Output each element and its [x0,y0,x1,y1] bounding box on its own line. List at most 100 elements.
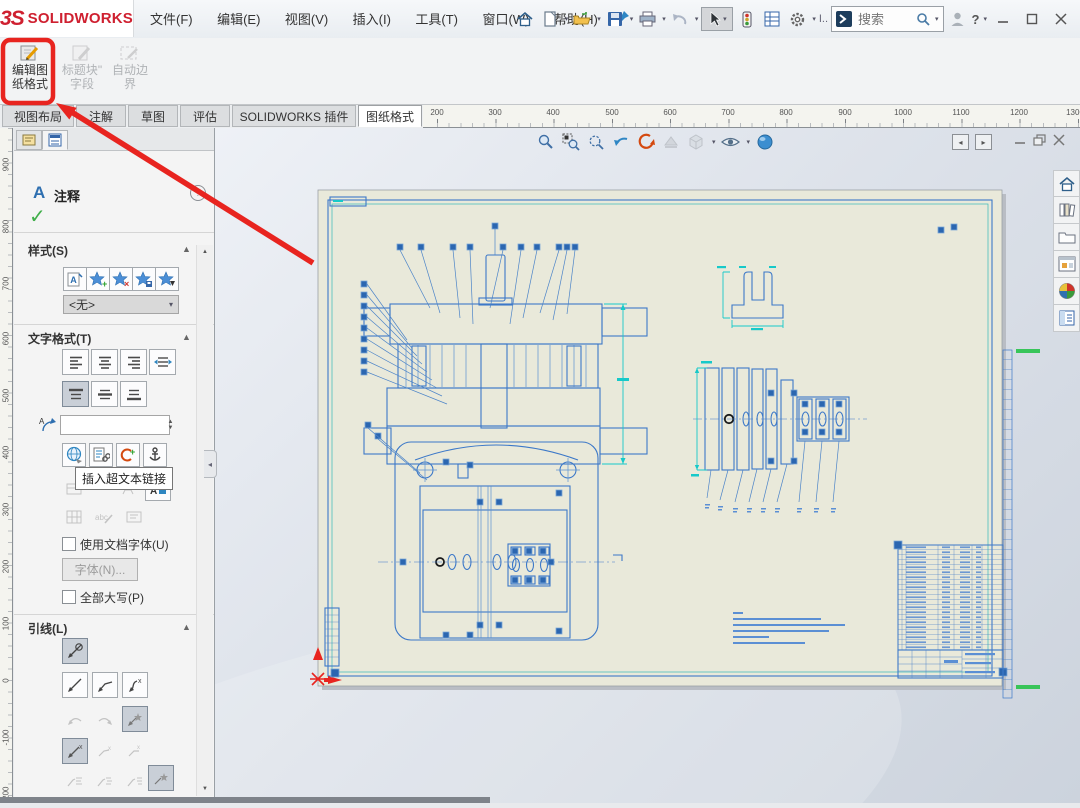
style-load-button[interactable] [155,267,179,291]
tab-sketch[interactable]: 草图 [128,105,178,127]
spinner-down-icon[interactable]: ▼ [168,425,174,431]
panel-help-icon[interactable]: ? [190,185,206,201]
style-apply-defaults-button[interactable]: A [63,267,87,291]
leader-text-center-button[interactable] [92,768,118,794]
overflow-toolbar-label[interactable]: I.. [819,13,828,25]
bent-leader-button[interactable] [92,672,118,698]
menu-tools[interactable]: 工具(T) [405,0,468,37]
scrollbar-up-icon[interactable]: ▲ [197,245,213,259]
insert-hyperlink-button[interactable] [62,443,86,467]
straight-leader-button[interactable] [62,672,88,698]
taskpane-design-library-button[interactable] [1053,197,1080,224]
text-format-collapse-icon[interactable]: ▲ [182,332,191,342]
window-close-button[interactable] [1048,8,1074,30]
tab-sheet-format[interactable]: 图纸格式 [358,105,422,127]
leader-section-header[interactable]: 引线(L) [28,620,67,637]
align-left-button[interactable] [62,349,89,375]
open-caret-icon[interactable]: ▾ [597,15,601,23]
doc-close-button[interactable] [1053,133,1065,151]
previous-view-button[interactable] [611,132,631,152]
window-minimize-button[interactable] [990,8,1016,30]
all-caps-checkbox[interactable] [62,590,76,604]
display-style-button[interactable] [686,132,706,152]
valign-middle-button[interactable] [91,381,118,407]
panel-scrollbar[interactable]: ▲ ▼ [196,245,213,796]
leader-text-left-button[interactable] [62,768,88,794]
search-box[interactable]: ▾ [831,6,944,32]
zoom-to-area-button[interactable] [561,132,581,152]
style-dropdown[interactable]: <无> ▾ [63,295,179,314]
taskpane-home-button[interactable] [1053,170,1080,197]
pane-right-button[interactable]: ▸ [975,134,992,150]
menu-file[interactable]: 文件(F) [140,0,203,37]
leader-star-right-button[interactable] [148,765,174,791]
text-box-button[interactable] [122,505,146,529]
small-leader-x2-button[interactable]: x [122,738,148,764]
menu-insert[interactable]: 插入(I) [343,0,401,37]
open-button[interactable] [571,8,593,30]
pane-left-button[interactable]: ◂ [952,134,969,150]
tab-evaluate[interactable]: 评估 [180,105,230,127]
select-tool-button[interactable]: ▾ [701,7,733,31]
menu-view[interactable]: 视图(V) [275,0,338,37]
panel-collapse-tab[interactable]: ◂ [204,450,217,478]
print-button[interactable] [636,8,658,30]
taskpane-file-explorer-button[interactable] [1053,224,1080,251]
help-button[interactable]: ? [972,12,980,27]
arc-leader-right-button[interactable] [92,706,118,732]
doc-restore-button[interactable] [1033,133,1047,151]
display-style-caret-icon[interactable]: ▾ [712,138,716,146]
style-section-header[interactable]: 样式(S) [28,242,68,259]
angle-input[interactable] [60,415,170,435]
new-file-caret-icon[interactable]: ▾ [565,15,569,23]
taskpane-custom-properties-button[interactable] [1053,305,1080,332]
no-leader-button[interactable] [62,638,88,664]
section-view-button[interactable] [661,132,681,152]
tab-solidworks-addins[interactable]: SOLIDWORKS 插件 [232,105,356,127]
select-caret-icon[interactable]: ▾ [723,15,727,23]
options-caret-icon[interactable]: ▾ [812,15,816,23]
tab-annotation[interactable]: 注解 [76,105,126,127]
print-caret-icon[interactable]: ▾ [662,15,666,23]
login-person-icon[interactable] [947,8,969,30]
automatic-border-button[interactable]: 自动边 界 [105,40,155,102]
taskpane-view-palette-button[interactable] [1053,251,1080,278]
undo-button[interactable] [669,8,691,30]
style-delete-button[interactable]: × [109,267,133,291]
leader-x-button[interactable]: x [62,738,88,764]
save-caret-icon[interactable]: ▾ [630,15,634,23]
zoom-in-out-button[interactable] [586,132,606,152]
undo-caret-icon[interactable]: ▾ [695,15,699,23]
valign-bottom-button[interactable] [120,381,147,407]
valign-top-button[interactable] [62,381,89,407]
search-input[interactable] [856,11,912,28]
zoom-to-fit-button[interactable] [536,132,556,152]
leader-text-right-button[interactable] [122,768,148,794]
home-button[interactable] [514,8,536,30]
angle-spinner[interactable]: ▲▼ [164,415,177,435]
link-to-property-button[interactable] [89,443,113,467]
style-collapse-icon[interactable]: ▲ [182,244,191,254]
view-settings-button[interactable] [755,132,775,152]
edit-sheet-format-button[interactable]: 编辑图 纸格式 [5,40,55,102]
drawing-viewport[interactable] [215,128,1080,803]
options-gear-button[interactable] [786,8,808,30]
tab-view-layout[interactable]: 视图布局 [2,105,74,127]
panel-tab-sheet-properties[interactable] [16,130,42,150]
align-center-button[interactable] [91,349,118,375]
scrollbar-down-icon[interactable]: ▼ [197,782,213,796]
ok-check-button[interactable]: ✓ [29,204,46,229]
rotate-view-button[interactable] [636,132,656,152]
hide-show-caret-icon[interactable]: ▾ [747,138,751,146]
panel-tab-property-manager[interactable] [42,130,68,150]
text-table-button[interactable] [62,505,86,529]
title-block-fields-button[interactable]: 标题块" 字段 [57,40,107,102]
drawing-graphics-area[interactable] [215,128,1080,803]
anchor-button[interactable] [143,443,167,467]
taskpane-appearances-button[interactable] [1053,278,1080,305]
style-save-button[interactable] [132,267,156,291]
doc-minimize-button[interactable] [1014,133,1027,151]
traffic-light-icon[interactable] [736,8,758,30]
align-justify-button[interactable] [149,349,176,375]
leader-collapse-icon[interactable]: ▲ [182,622,191,632]
